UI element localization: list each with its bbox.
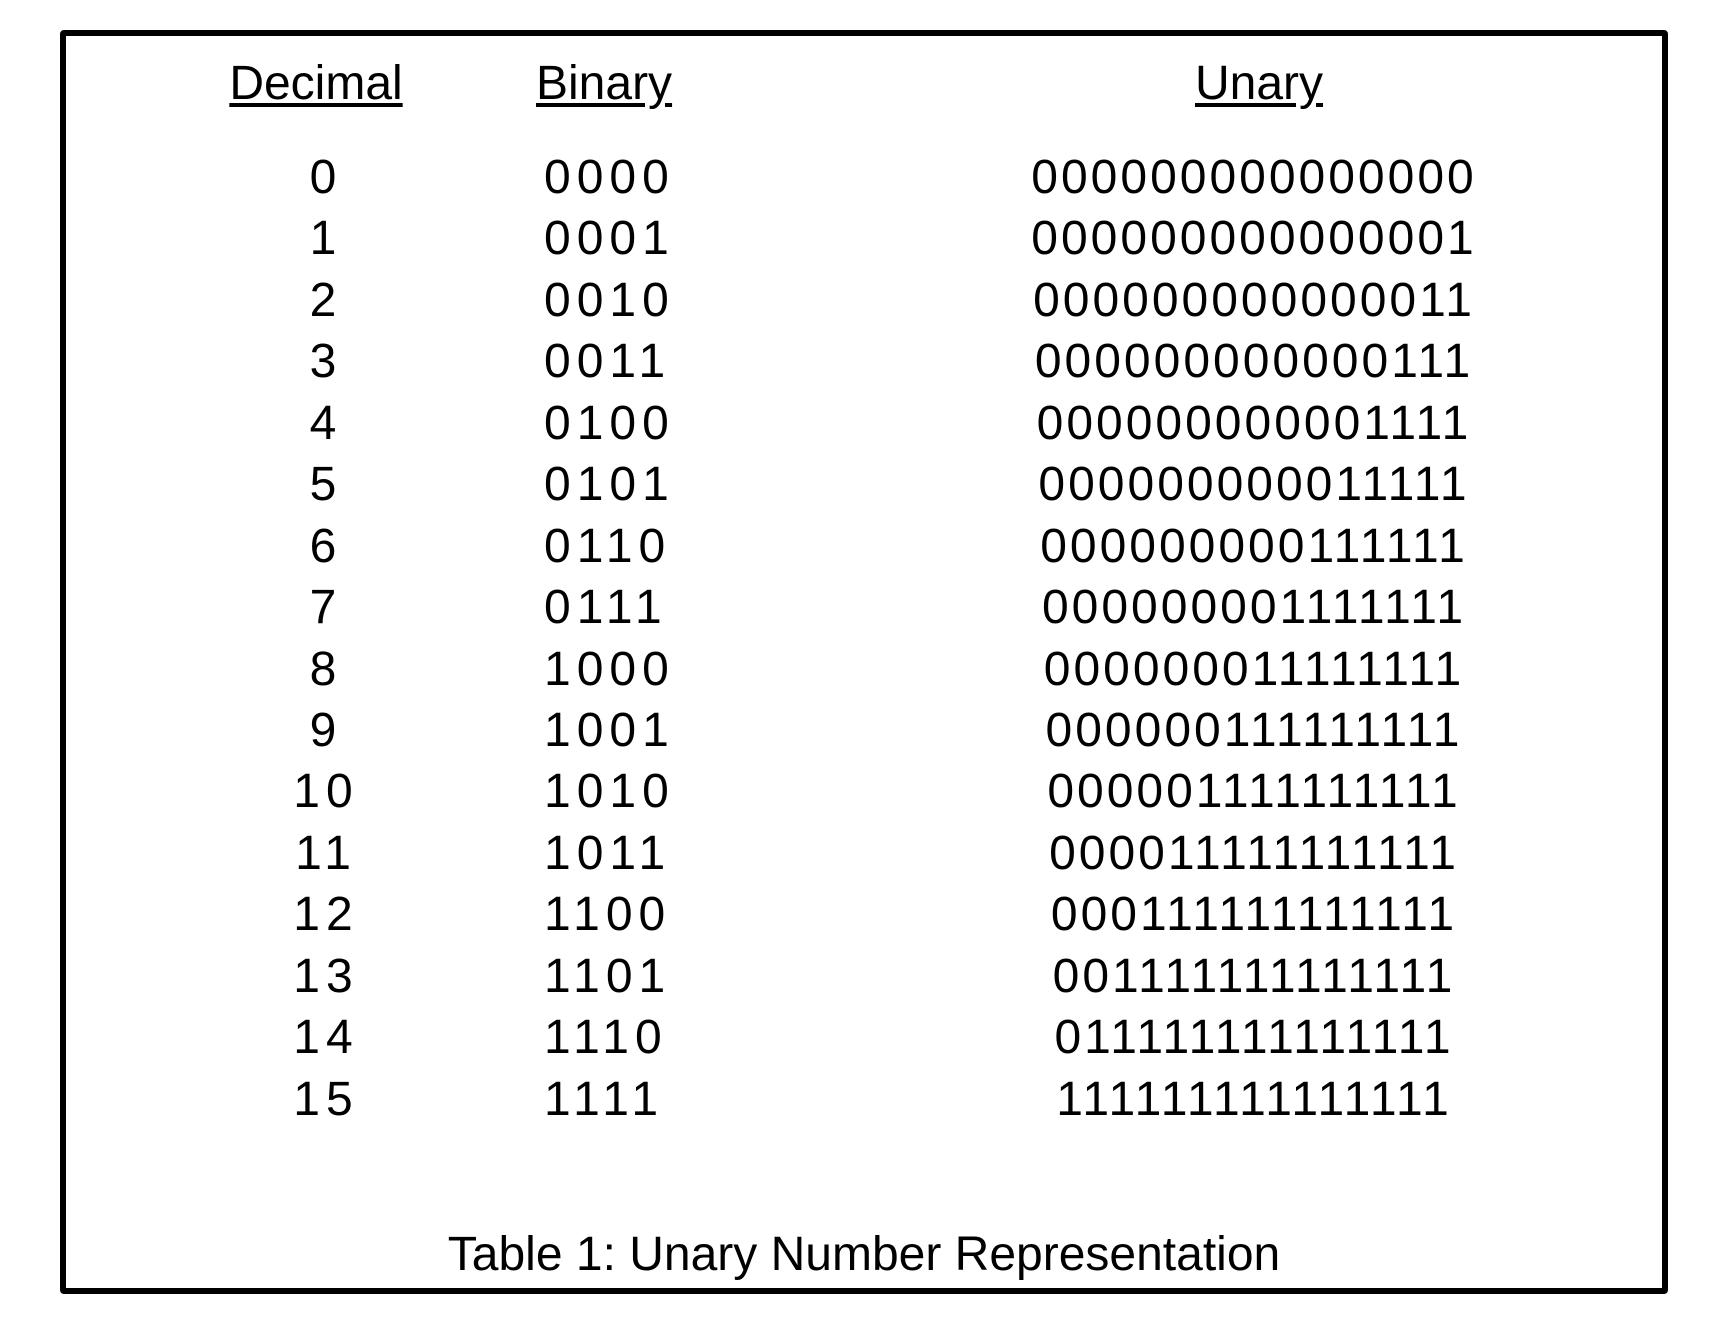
cell-binary: 1111	[526, 1069, 886, 1130]
table-row: 101010000001111111111	[106, 761, 1622, 822]
cell-decimal: 8	[106, 639, 526, 700]
table-body: 0000000000000000000010001000000000000001…	[106, 147, 1622, 1207]
cell-binary: 0011	[526, 331, 886, 392]
page: Decimal Binary Unary 0000000000000000000…	[0, 0, 1728, 1324]
table-row: 91001000000111111111	[106, 700, 1622, 761]
table-caption: Table 1: Unary Number Representation	[106, 1207, 1622, 1288]
cell-unary: 111111111111111	[886, 1069, 1622, 1130]
cell-binary: 1001	[526, 700, 886, 761]
table-row: 151111111111111111111	[106, 1069, 1622, 1130]
cell-decimal: 10	[106, 761, 526, 822]
table-row: 30011000000000000111	[106, 331, 1622, 392]
column-header-decimal: Decimal	[106, 56, 526, 111]
cell-unary: 011111111111111	[886, 1007, 1622, 1068]
table-row: 121100000111111111111	[106, 884, 1622, 945]
column-header-binary: Binary	[526, 56, 896, 111]
table-row: 70111000000001111111	[106, 577, 1622, 638]
cell-unary: 001111111111111	[886, 946, 1622, 1007]
cell-unary: 000000000000001	[886, 208, 1622, 269]
cell-decimal: 7	[106, 577, 526, 638]
cell-binary: 0010	[526, 270, 886, 331]
cell-decimal: 2	[106, 270, 526, 331]
table-row: 40100000000000001111	[106, 393, 1622, 454]
cell-binary: 1100	[526, 884, 886, 945]
cell-unary: 000000000001111	[886, 393, 1622, 454]
cell-unary: 000000000000111	[886, 331, 1622, 392]
cell-unary: 000111111111111	[886, 884, 1622, 945]
table-row: 141110011111111111111	[106, 1007, 1622, 1068]
cell-binary: 0100	[526, 393, 886, 454]
cell-unary: 000011111111111	[886, 823, 1622, 884]
table-row: 20010000000000000011	[106, 270, 1622, 331]
cell-binary: 0101	[526, 454, 886, 515]
cell-decimal: 4	[106, 393, 526, 454]
cell-binary: 0000	[526, 147, 886, 208]
cell-decimal: 13	[106, 946, 526, 1007]
cell-unary: 000000000000000	[886, 147, 1622, 208]
cell-decimal: 6	[106, 516, 526, 577]
cell-unary: 000000000011111	[886, 454, 1622, 515]
table-row: 60110000000000111111	[106, 516, 1622, 577]
table-row: 00000000000000000000	[106, 147, 1622, 208]
cell-binary: 1010	[526, 761, 886, 822]
table-row: 111011000011111111111	[106, 823, 1622, 884]
cell-unary: 000000111111111	[886, 700, 1622, 761]
cell-decimal: 15	[106, 1069, 526, 1130]
cell-binary: 0110	[526, 516, 886, 577]
cell-binary: 0111	[526, 577, 886, 638]
cell-binary: 1101	[526, 946, 886, 1007]
cell-decimal: 3	[106, 331, 526, 392]
cell-binary: 1110	[526, 1007, 886, 1068]
cell-decimal: 14	[106, 1007, 526, 1068]
table-row: 10001000000000000001	[106, 208, 1622, 269]
cell-unary: 000000001111111	[886, 577, 1622, 638]
cell-binary: 1000	[526, 639, 886, 700]
cell-decimal: 5	[106, 454, 526, 515]
table-row: 50101000000000011111	[106, 454, 1622, 515]
cell-unary: 000001111111111	[886, 761, 1622, 822]
cell-unary: 000000011111111	[886, 639, 1622, 700]
table-row: 131101001111111111111	[106, 946, 1622, 1007]
cell-binary: 1011	[526, 823, 886, 884]
cell-decimal: 11	[106, 823, 526, 884]
cell-decimal: 12	[106, 884, 526, 945]
cell-decimal: 0	[106, 147, 526, 208]
table-row: 81000000000011111111	[106, 639, 1622, 700]
cell-decimal: 1	[106, 208, 526, 269]
column-header-unary: Unary	[896, 56, 1622, 111]
cell-unary: 000000000000011	[886, 270, 1622, 331]
cell-binary: 0001	[526, 208, 886, 269]
cell-decimal: 9	[106, 700, 526, 761]
table-container: Decimal Binary Unary 0000000000000000000…	[60, 30, 1668, 1294]
table-header-row: Decimal Binary Unary	[106, 56, 1622, 111]
cell-unary: 000000000111111	[886, 516, 1622, 577]
